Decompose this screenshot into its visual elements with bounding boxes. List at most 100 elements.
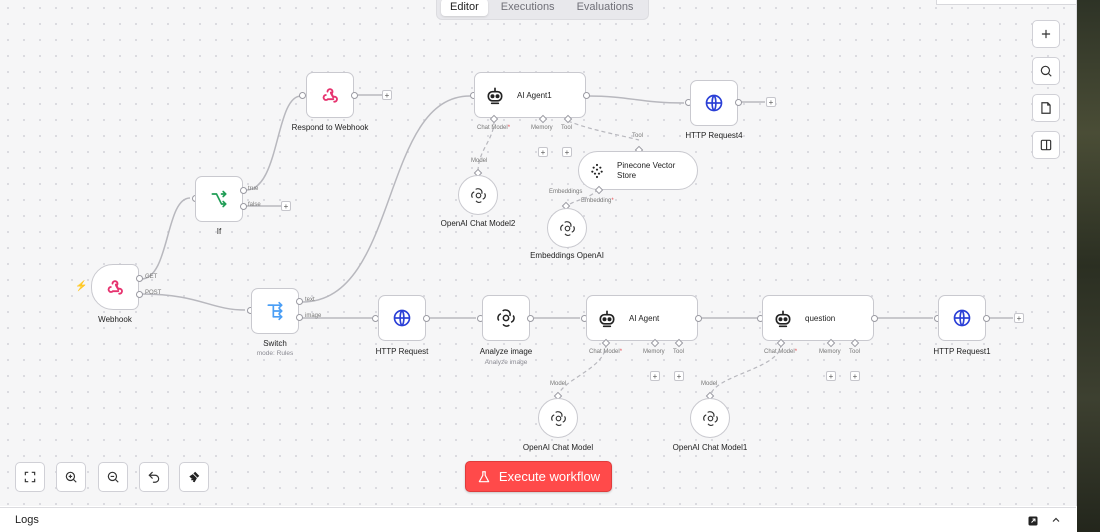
- flask-icon: [478, 470, 490, 482]
- webhook-icon: [320, 85, 340, 105]
- agent-tool-add-button[interactable]: +: [674, 371, 684, 381]
- http1-add-button[interactable]: +: [1014, 313, 1024, 323]
- agent1-chat-model-label: Chat Model*: [477, 125, 511, 131]
- openai1-label: OpenAI Chat Model1: [672, 443, 748, 452]
- webhook-get-label: GET: [145, 274, 158, 280]
- webhook-get-port[interactable]: [136, 275, 143, 282]
- pinecone-vector-store-node[interactable]: Pinecone Vector Store: [578, 151, 698, 190]
- workflow-canvas[interactable]: Editor Executions Evaluations ⚡ GET POST…: [0, 0, 1077, 506]
- undo-icon: [148, 471, 160, 483]
- http-label: HTTP Request: [375, 347, 429, 356]
- agent-chat-model-label: Chat Model*: [589, 349, 623, 355]
- chevron-up-icon[interactable]: [1050, 513, 1062, 531]
- fit-view-icon: [24, 471, 36, 483]
- agent-output-port[interactable]: [695, 315, 702, 322]
- logs-title: Logs: [15, 514, 39, 526]
- http4-output-port[interactable]: [735, 99, 742, 106]
- question-output-port[interactable]: [871, 315, 878, 322]
- toggle-panel-button[interactable]: [1032, 131, 1060, 159]
- analyze-image-node[interactable]: [482, 295, 530, 341]
- pinecone-icon: [589, 163, 605, 179]
- question-memory-label: Memory: [819, 349, 841, 355]
- tidy-up-button[interactable]: [179, 462, 209, 492]
- openai-chat-model2-node[interactable]: [458, 175, 498, 215]
- sticky-note-button[interactable]: [1032, 94, 1060, 122]
- openai2-label: OpenAI Chat Model2: [440, 219, 516, 228]
- fit-view-button[interactable]: [15, 462, 45, 492]
- switch-node[interactable]: [251, 288, 299, 334]
- zoom-out-icon: [107, 471, 119, 483]
- note-icon: [1041, 102, 1051, 114]
- question-node[interactable]: question: [762, 295, 874, 341]
- http-output-port[interactable]: [423, 315, 430, 322]
- openai2-model-label: Model: [471, 158, 488, 164]
- agent1-tool-label: Tool: [561, 125, 573, 131]
- question-tool-label: Tool: [849, 349, 861, 355]
- respond-input-port[interactable]: [299, 92, 306, 99]
- webhook-post-port[interactable]: [136, 291, 143, 298]
- switch-label: Switch: [263, 339, 287, 348]
- embeddings-openai-node[interactable]: [547, 208, 587, 248]
- logs-panel[interactable]: Logs: [0, 507, 1076, 532]
- http4-add-button[interactable]: +: [766, 97, 776, 107]
- ai-agent-node[interactable]: AI Agent: [586, 295, 698, 341]
- globe-icon: [952, 308, 972, 328]
- http-request-node[interactable]: [378, 295, 426, 341]
- agent1-tool-add-button[interactable]: +: [562, 147, 572, 157]
- robot-icon: [773, 308, 793, 328]
- http1-label: HTTP Request1: [933, 347, 991, 356]
- openai-label: OpenAI Chat Model: [522, 443, 594, 452]
- search-icon: [1040, 65, 1052, 77]
- if-false-port[interactable]: [240, 203, 247, 210]
- execute-workflow-button[interactable]: Execute workflow: [465, 461, 612, 492]
- webhook-label: Webhook: [98, 315, 132, 324]
- tab-editor[interactable]: Editor: [441, 0, 488, 16]
- respond-output-port[interactable]: [351, 92, 358, 99]
- webhook-post-label: POST: [145, 290, 162, 296]
- if-false-add-button[interactable]: +: [281, 201, 291, 211]
- search-nodes-button[interactable]: [1032, 57, 1060, 85]
- embeddings-embedding-label: Embedding*: [581, 198, 614, 204]
- openai-icon: [702, 410, 719, 427]
- respond-add-button[interactable]: +: [382, 90, 392, 100]
- tab-evaluations[interactable]: Evaluations: [568, 0, 643, 16]
- undo-button[interactable]: [139, 462, 169, 492]
- respond-to-webhook-node[interactable]: [306, 72, 354, 118]
- tab-executions[interactable]: Executions: [492, 0, 564, 16]
- embeddings-label: Embeddings OpenAI: [530, 251, 604, 260]
- agent1-output-port[interactable]: [583, 92, 590, 99]
- branch-icon: [209, 189, 229, 209]
- switch-text-port[interactable]: [296, 298, 303, 305]
- broom-icon: [189, 471, 200, 483]
- ai-agent1-node[interactable]: AI Agent1: [474, 72, 586, 118]
- question-tool-add-button[interactable]: +: [850, 371, 860, 381]
- openai-chat-model-node[interactable]: [538, 398, 578, 438]
- openai-chat-model1-node[interactable]: [690, 398, 730, 438]
- question-memory-add-button[interactable]: +: [826, 371, 836, 381]
- popout-icon[interactable]: [1027, 514, 1039, 532]
- plus-icon: [1041, 29, 1051, 39]
- http1-output-port[interactable]: [983, 315, 990, 322]
- if-node[interactable]: [195, 176, 243, 222]
- analyze-label: Analyze image: [479, 347, 533, 356]
- http-request4-node[interactable]: [690, 80, 738, 126]
- agent1-memory-add-button[interactable]: +: [538, 147, 548, 157]
- analyze-output-port[interactable]: [527, 315, 534, 322]
- zoom-out-button[interactable]: [98, 462, 128, 492]
- webhook-icon: [105, 277, 125, 297]
- globe-icon: [704, 93, 724, 113]
- switch-image-label: image: [305, 313, 322, 319]
- header-edge: [936, 0, 1076, 5]
- zoom-in-button[interactable]: [56, 462, 86, 492]
- http4-label: HTTP Request4: [685, 131, 743, 140]
- question-title: question: [805, 313, 836, 323]
- agent-memory-add-button[interactable]: +: [650, 371, 660, 381]
- desktop-background: [1077, 0, 1100, 532]
- pinecone-tool-label: Tool: [632, 133, 644, 139]
- switch-image-port[interactable]: [296, 314, 303, 321]
- add-node-button[interactable]: [1032, 20, 1060, 48]
- agent1-memory-label: Memory: [531, 125, 553, 131]
- http-request1-node[interactable]: [938, 295, 986, 341]
- if-true-port[interactable]: [240, 187, 247, 194]
- webhook-node[interactable]: [91, 264, 139, 310]
